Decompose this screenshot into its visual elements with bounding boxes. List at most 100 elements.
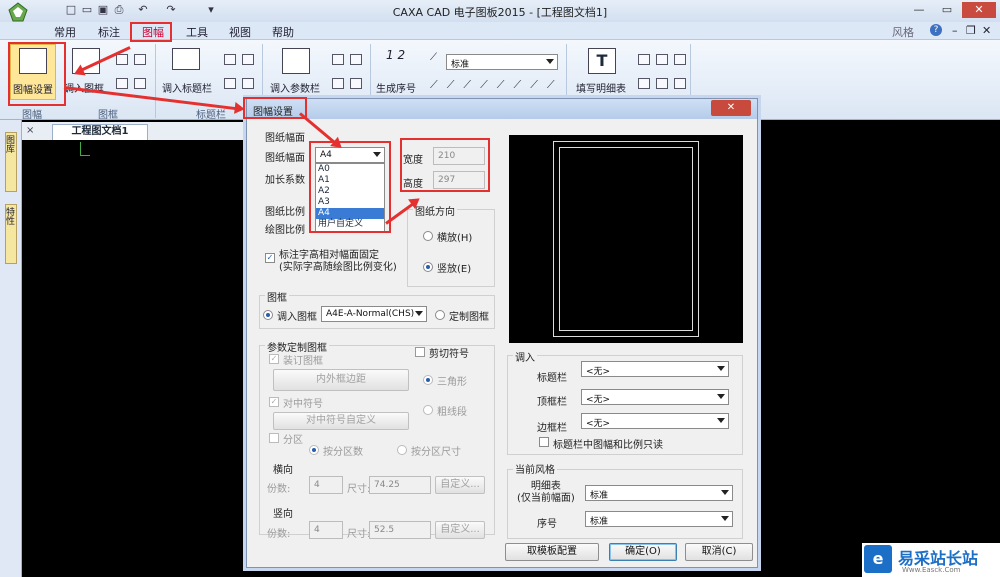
tab-tools[interactable]: 工具 <box>186 24 208 40</box>
side-bar-select[interactable]: <无> <box>581 413 729 429</box>
v-custom-button[interactable]: 自定义... <box>435 521 485 539</box>
portrait-radio[interactable] <box>423 262 433 272</box>
seq-style-label: 序号 <box>537 519 557 530</box>
title-fill-icon[interactable] <box>242 54 254 65</box>
binding-label: 装订图框 <box>283 356 323 367</box>
gen-seq-label[interactable]: 生成序号 <box>376 80 416 95</box>
load-title-label[interactable]: 调入标题栏 <box>162 80 212 95</box>
binding-checkbox[interactable]: ✓ <box>269 354 279 364</box>
h-size-label: 尺寸: <box>347 484 371 495</box>
h-custom-button[interactable]: 自定义... <box>435 476 485 494</box>
top-bar-select[interactable]: <无> <box>581 389 729 405</box>
tab-dimension[interactable]: 标注 <box>98 24 120 40</box>
fill-bom-label[interactable]: 填写明细表 <box>576 80 626 95</box>
cut-mark-label: 剪切符号 <box>429 349 469 360</box>
doc-tab-close-icon[interactable]: × <box>26 125 34 136</box>
v-count-field[interactable]: 4 <box>309 521 343 539</box>
seq-style-select[interactable]: 标准 <box>446 54 558 70</box>
window-title: CAXA CAD 电子图板2015 - [工程图文档1] <box>392 6 608 19</box>
frame-fill-icon[interactable] <box>134 54 146 65</box>
zone-label: 分区 <box>283 435 303 446</box>
seq-style-dialog-select[interactable]: 标准 <box>585 511 733 527</box>
custom-frame-label: 定制图框 <box>449 312 489 323</box>
watermark-logo-icon: e <box>864 545 892 573</box>
by-size-label: 按分区尺寸 <box>411 447 461 458</box>
style-label[interactable]: 风格 <box>892 24 914 40</box>
minimize-button[interactable]: — <box>906 2 932 18</box>
cut-mark-checkbox[interactable] <box>415 347 425 357</box>
title-store-icon[interactable] <box>224 78 236 89</box>
custom-frame-radio[interactable] <box>435 310 445 320</box>
zone-checkbox[interactable] <box>269 433 279 443</box>
title-bar-select[interactable]: <无> <box>581 361 729 377</box>
load-param-label[interactable]: 调入参数栏 <box>270 80 320 95</box>
by-count-radio[interactable] <box>309 445 319 455</box>
readonly-checkbox[interactable] <box>539 437 549 447</box>
highlight-paper-dropdown <box>309 141 391 233</box>
frame-select[interactable]: A4E-A-Normal(CHS) <box>321 306 427 322</box>
param-fill-icon[interactable] <box>350 54 362 65</box>
load-frame-option-label: 调入图框 <box>277 312 317 323</box>
fill-bom-icon[interactable]: T <box>588 48 616 74</box>
landscape-radio[interactable] <box>423 231 433 241</box>
watermark-subtext: Www.Easck.Com <box>902 566 961 574</box>
ok-button[interactable]: 确定(O) <box>609 543 677 561</box>
cancel-button[interactable]: 取消(C) <box>685 543 753 561</box>
title-query-icon[interactable] <box>242 78 254 89</box>
inner-outer-margin-button[interactable]: 内外框边距 <box>273 369 409 391</box>
group-frame-label: 图幅 <box>22 110 42 121</box>
v-size-field[interactable]: 52.5 <box>369 521 431 539</box>
param-store-icon[interactable] <box>332 78 344 89</box>
document-tab[interactable]: 工程图文档1 <box>52 124 148 140</box>
help-icon[interactable]: ? <box>930 24 942 36</box>
h-count-field[interactable]: 4 <box>309 476 343 494</box>
close-button[interactable]: ✕ <box>962 2 996 18</box>
doc-restore-icon[interactable]: ❐ <box>966 24 976 37</box>
bom-style-icon[interactable] <box>638 78 650 89</box>
maximize-button[interactable]: ▭ <box>934 2 960 18</box>
left-panel-strip: 图库 特性 <box>0 120 22 577</box>
triangle-radio[interactable] <box>423 375 433 385</box>
frame-edit-icon[interactable] <box>116 54 128 65</box>
load-title-icon[interactable] <box>172 48 200 70</box>
thick-line-label: 粗线段 <box>437 407 467 418</box>
extend-factor-label: 加长系数 <box>265 175 305 186</box>
param-edit-icon[interactable] <box>332 54 344 65</box>
side-tab-library[interactable]: 图库 <box>4 132 17 192</box>
thick-line-radio[interactable] <box>423 405 433 415</box>
gen-seq-icon[interactable]: 1 2 <box>386 48 405 62</box>
fix-text-checkbox[interactable]: ✓ <box>265 253 275 263</box>
center-mark-label: 对中符号 <box>283 399 323 410</box>
tab-help[interactable]: 帮助 <box>272 24 294 40</box>
by-size-radio[interactable] <box>397 445 407 455</box>
param-query-icon[interactable] <box>350 78 362 89</box>
bom-style-select[interactable]: 标准 <box>585 485 733 501</box>
group-frame2-label: 图框 <box>98 110 118 121</box>
load-param-icon[interactable] <box>282 48 310 74</box>
doc-minimize-icon[interactable]: – <box>952 24 958 37</box>
template-config-button[interactable]: 取模板配置 <box>505 543 599 561</box>
highlight-dialog-title <box>243 97 307 119</box>
bom-insert-icon[interactable] <box>656 54 668 65</box>
title-bar: □ ▭ ▣ ⎙ ↶ ↷ ▾ CAXA CAD 电子图板2015 - [工程图文档… <box>0 0 1000 22</box>
bom-style-label: 明细表 (仅当前幅面) <box>517 481 575 504</box>
v-count-label: 份数: <box>267 529 291 540</box>
title-edit-icon[interactable] <box>224 54 236 65</box>
frame-store-icon[interactable] <box>116 78 128 89</box>
center-mark-checkbox[interactable]: ✓ <box>269 397 279 407</box>
bom-delete-icon[interactable] <box>674 54 686 65</box>
portrait-label: 竖放(E) <box>437 264 472 275</box>
dialog-close-button[interactable]: ✕ <box>711 100 751 116</box>
tab-common[interactable]: 常用 <box>54 24 76 40</box>
doc-close-icon[interactable]: ✕ <box>982 24 991 37</box>
watermark: e 易采站长站 Www.Easck.Com <box>862 543 1000 577</box>
center-mark-custom-button[interactable]: 对中符号自定义 <box>273 412 409 430</box>
bom-output-icon[interactable] <box>674 78 686 89</box>
frame-query-icon[interactable] <box>134 78 146 89</box>
bom-edit-icon[interactable] <box>638 54 650 65</box>
side-tab-properties[interactable]: 特性 <box>4 204 17 264</box>
load-frame-radio[interactable] <box>263 310 273 320</box>
h-size-field[interactable]: 74.25 <box>369 476 431 494</box>
tab-view[interactable]: 视图 <box>229 24 251 40</box>
bom-query-icon[interactable] <box>656 78 668 89</box>
